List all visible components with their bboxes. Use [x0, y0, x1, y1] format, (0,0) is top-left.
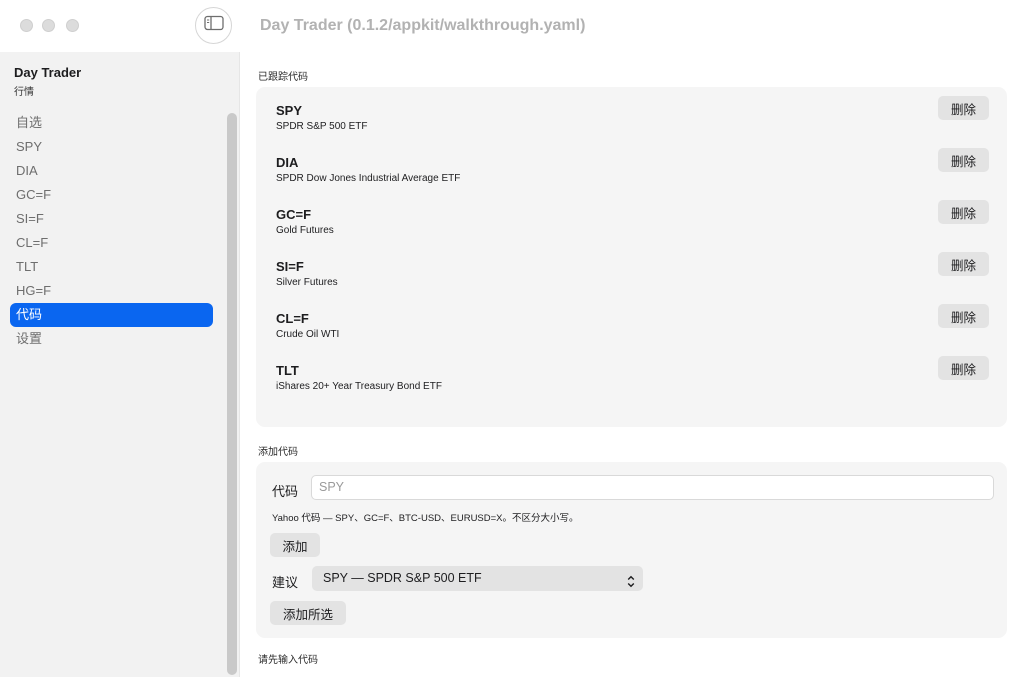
add-selected-button[interactable]: 添加所选 [270, 601, 346, 625]
symbol-code: CL=F [276, 311, 309, 326]
symbol-code: SI=F [276, 259, 304, 274]
window-title: Day Trader (0.1.2/appkit/walkthrough.yam… [260, 17, 586, 34]
chevron-up-down-icon [627, 572, 635, 588]
symbol-code: SPY [276, 103, 303, 118]
list-item: DIA SPDR Dow Jones Industrial Average ET… [256, 148, 1006, 207]
list-item: TLT iShares 20+ Year Treasury Bond ETF 删… [256, 356, 1006, 415]
list-item: SPY SPDR S&P 500 ETF 删除 [256, 96, 1006, 155]
sidebar-item-dia[interactable]: DIA [10, 159, 213, 183]
sidebar-scrollbar[interactable] [227, 113, 237, 675]
delete-button[interactable]: 删除 [938, 148, 989, 172]
symbol-code: GC=F [276, 207, 312, 222]
app-name: Day Trader [14, 65, 82, 80]
sidebar-item-tlt[interactable]: TLT [10, 255, 213, 279]
add-symbol-card: 代码 SPY Yahoo 代码 — SPY、GC=F、BTC-USD、EURUS… [256, 462, 1007, 638]
close-window-button[interactable] [20, 19, 33, 32]
delete-button[interactable]: 删除 [938, 252, 989, 276]
symbol-code: DIA [276, 155, 299, 170]
app-window: Day Trader (0.1.2/appkit/walkthrough.yam… [0, 0, 1024, 677]
suggestion-value: SPY — SPDR S&P 500 ETF [323, 571, 482, 585]
sidebar-item-si[interactable]: SI=F [10, 207, 213, 231]
symbol-input[interactable]: SPY [311, 475, 994, 500]
add-button[interactable]: 添加 [270, 533, 320, 557]
title-bar: Day Trader (0.1.2/appkit/walkthrough.yam… [0, 0, 1024, 52]
list-item: GC=F Gold Futures 删除 [256, 200, 1006, 259]
list-item: CL=F Crude Oil WTI 删除 [256, 304, 1006, 363]
tracked-section-label: 已跟踪代码 [258, 72, 308, 83]
symbol-name: iShares 20+ Year Treasury Bond ETF [276, 381, 442, 392]
delete-button[interactable]: 删除 [938, 200, 989, 224]
tracked-symbols-card: SPY SPDR S&P 500 ETF 删除 DIA SPDR Dow Jon… [256, 87, 1007, 427]
sidebar-item-symbols[interactable]: 代码 [10, 303, 213, 327]
sidebar-item-spy[interactable]: SPY [10, 135, 213, 159]
sidebar-left-icon [203, 15, 224, 36]
app-subtitle: 行情 [14, 87, 34, 98]
symbol-code: TLT [276, 363, 299, 378]
sidebar-nav: 自选 SPY DIA GC=F SI=F CL=F TLT HG=F 代码 设置 [10, 111, 213, 351]
list-item: SI=F Silver Futures 删除 [256, 252, 1006, 311]
delete-button[interactable]: 删除 [938, 304, 989, 328]
sidebar: Day Trader 行情 自选 SPY DIA GC=F SI=F CL=F … [0, 52, 240, 677]
sidebar-item-cl[interactable]: CL=F [10, 231, 213, 255]
main-content: 已跟踪代码 SPY SPDR S&P 500 ETF 删除 DIA SPDR D… [241, 52, 1024, 677]
delete-button[interactable]: 删除 [938, 356, 989, 380]
minimize-window-button[interactable] [42, 19, 55, 32]
sidebar-item-hg[interactable]: HG=F [10, 279, 213, 303]
symbol-name: SPDR Dow Jones Industrial Average ETF [276, 173, 461, 184]
status-message: 请先输入代码 [258, 655, 318, 666]
symbol-name: Crude Oil WTI [276, 329, 340, 340]
sidebar-toggle-button[interactable] [195, 7, 232, 44]
symbol-name: SPDR S&P 500 ETF [276, 121, 368, 132]
sidebar-item-watchlist[interactable]: 自选 [10, 111, 213, 135]
symbol-name: Gold Futures [276, 225, 334, 236]
suggestion-select[interactable]: SPY — SPDR S&P 500 ETF [312, 566, 643, 591]
zoom-window-button[interactable] [66, 19, 79, 32]
symbol-name: Silver Futures [276, 277, 338, 288]
delete-button[interactable]: 删除 [938, 96, 989, 120]
sidebar-item-gc[interactable]: GC=F [10, 183, 213, 207]
suggest-label: 建议 [272, 575, 299, 590]
symbol-hint: Yahoo 代码 — SPY、GC=F、BTC-USD、EURUSD=X。不区分… [272, 513, 579, 524]
symbol-field-label: 代码 [272, 484, 299, 499]
add-section-label: 添加代码 [258, 447, 298, 458]
sidebar-item-settings[interactable]: 设置 [10, 327, 213, 351]
